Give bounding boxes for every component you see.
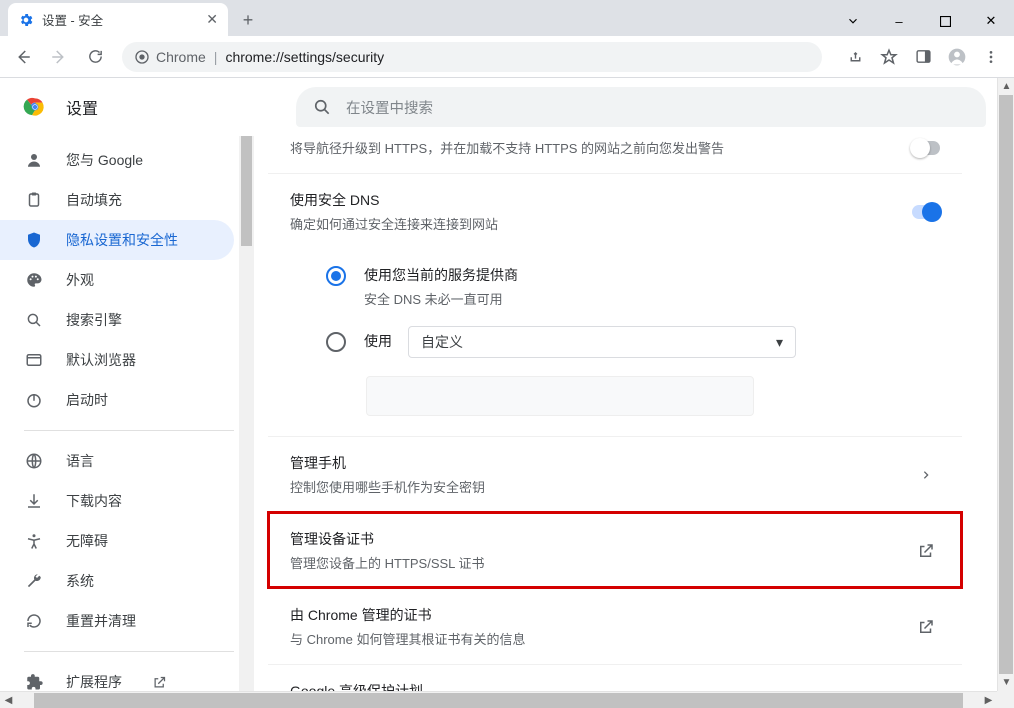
settings-header: 设置 在设置中搜索: [0, 78, 1014, 136]
scrollbar-corner: [997, 691, 1014, 708]
sidebar-item-search-engine[interactable]: 搜索引擎: [0, 300, 234, 340]
sidebar-item-autofill[interactable]: 自动填充: [0, 180, 234, 220]
settings-body: 您与 Google 自动填充 隐私设置和安全性 外观 搜索引擎 默认浏览器 启动…: [0, 136, 1014, 691]
row-manage-certificates[interactable]: 管理设备证书 管理您设备上的 HTTPS/SSL 证书: [268, 512, 962, 588]
open-in-new-icon: [912, 542, 940, 560]
toggle-secure-dns[interactable]: [912, 205, 940, 219]
share-icon[interactable]: [840, 42, 870, 72]
scroll-right-arrow[interactable]: ▶: [980, 695, 997, 706]
search-placeholder: 在设置中搜索: [346, 97, 433, 118]
settings-main: 将导航径升级到 HTTPS，并在加载不支持 HTTPS 的网站之前向您发出警告 …: [254, 136, 1014, 691]
sidebar-item-downloads[interactable]: 下载内容: [0, 481, 234, 521]
person-icon: [24, 151, 44, 169]
tab-close-icon[interactable]: ✕: [206, 11, 218, 28]
caret-down-icon: ▾: [776, 334, 783, 351]
site-info-icon[interactable]: Chrome: [134, 49, 206, 65]
sidebar-scrollbar[interactable]: [239, 136, 254, 691]
row-advanced-protection[interactable]: Google 高级保护计划 为所有可能会遭到定向攻击的个人 Google 帐号提…: [268, 664, 962, 691]
window-vertical-scrollbar[interactable]: ▲ ▼: [997, 78, 1014, 691]
sidebar-item-accessibility[interactable]: 无障碍: [0, 521, 234, 561]
tab-title: 设置 - 安全: [42, 10, 103, 29]
sidebar-item-languages[interactable]: 语言: [0, 441, 234, 481]
row-manage-phones[interactable]: 管理手机 控制您使用哪些手机作为安全密钥: [268, 436, 962, 512]
settings-search-input[interactable]: 在设置中搜索: [296, 87, 986, 127]
radio-custom-provider[interactable]: 使用 自定义 ▾: [326, 316, 940, 366]
gear-icon: [18, 12, 34, 28]
palette-icon: [24, 271, 44, 289]
shield-icon: [24, 231, 44, 249]
menu-icon[interactable]: [976, 42, 1006, 72]
chevron-right-icon: [912, 468, 940, 482]
toggle-always-https[interactable]: [912, 141, 940, 155]
browser-toolbar: Chrome | chrome://settings/security: [0, 36, 1014, 78]
globe-icon: [24, 452, 44, 470]
sidebar-divider: [24, 651, 234, 652]
radio-icon[interactable]: [326, 332, 346, 352]
row-chrome-certificates[interactable]: 由 Chrome 管理的证书 与 Chrome 如何管理其根证书有关的信息: [268, 588, 962, 664]
wrench-icon: [24, 572, 44, 590]
profile-icon[interactable]: [942, 42, 972, 72]
sidebar: 您与 Google 自动填充 隐私设置和安全性 外观 搜索引擎 默认浏览器 启动…: [0, 136, 254, 691]
sidebar-item-default-browser[interactable]: 默认浏览器: [0, 340, 234, 380]
browser-icon: [24, 351, 44, 369]
window-vscroll-thumb[interactable]: [999, 95, 1013, 674]
bookmark-icon[interactable]: [874, 42, 904, 72]
scroll-up-arrow[interactable]: ▲: [998, 78, 1014, 95]
open-in-new-icon: [912, 618, 940, 636]
dns-provider-select[interactable]: 自定义 ▾: [408, 326, 796, 358]
window-close-button[interactable]: ✕: [968, 6, 1014, 36]
search-icon: [312, 97, 332, 117]
side-panel-icon[interactable]: [908, 42, 938, 72]
accessibility-icon: [24, 532, 44, 550]
extension-icon: [24, 673, 44, 691]
window-chevron-icon[interactable]: [830, 6, 876, 36]
sidebar-scrollbar-thumb[interactable]: [241, 136, 252, 246]
scroll-down-arrow[interactable]: ▼: [998, 674, 1014, 691]
window-titlebar: 设置 - 安全 ✕ + – ✕: [0, 0, 1014, 36]
sidebar-item-system[interactable]: 系统: [0, 561, 234, 601]
row-https-upgrade: 将导航径升级到 HTTPS，并在加载不支持 HTTPS 的网站之前向您发出警告: [268, 136, 962, 173]
radio-current-provider[interactable]: 使用您当前的服务提供商 安全 DNS 未必一直可用: [326, 257, 940, 316]
settings-brand-label: 设置: [66, 95, 98, 119]
forward-button[interactable]: [44, 42, 74, 72]
row-secure-dns: 使用安全 DNS 确定如何通过安全连接来连接到网站: [268, 173, 962, 249]
sidebar-item-reset[interactable]: 重置并清理: [0, 601, 234, 641]
dns-custom-input[interactable]: [366, 376, 754, 416]
restore-icon: [24, 612, 44, 630]
browser-tab[interactable]: 设置 - 安全 ✕: [8, 3, 228, 36]
sidebar-divider: [24, 430, 234, 431]
sidebar-item-appearance[interactable]: 外观: [0, 260, 234, 300]
address-bar-url: chrome://settings/security: [225, 49, 384, 65]
address-bar[interactable]: Chrome | chrome://settings/security: [122, 42, 822, 72]
sidebar-item-privacy-security[interactable]: 隐私设置和安全性: [0, 220, 234, 260]
radio-icon[interactable]: [326, 266, 346, 286]
back-button[interactable]: [8, 42, 38, 72]
scroll-left-arrow[interactable]: ◀: [0, 695, 17, 706]
chrome-logo-icon: [22, 94, 48, 120]
window-hscroll-thumb[interactable]: [34, 693, 963, 708]
sidebar-item-you-and-google[interactable]: 您与 Google: [0, 140, 234, 180]
reload-button[interactable]: [80, 42, 110, 72]
download-icon: [24, 492, 44, 510]
open-in-new-icon: [152, 675, 167, 690]
window-minimize-button[interactable]: –: [876, 6, 922, 36]
secure-dns-options: 使用您当前的服务提供商 安全 DNS 未必一直可用 使用 自定义 ▾: [268, 249, 962, 436]
search-icon: [24, 311, 44, 329]
clipboard-icon: [24, 191, 44, 209]
new-tab-button[interactable]: +: [234, 6, 262, 34]
sidebar-item-on-startup[interactable]: 启动时: [0, 380, 234, 420]
window-horizontal-scrollbar[interactable]: ◀ ▶: [0, 691, 997, 708]
window-maximize-button[interactable]: [922, 6, 968, 36]
power-icon: [24, 391, 44, 409]
